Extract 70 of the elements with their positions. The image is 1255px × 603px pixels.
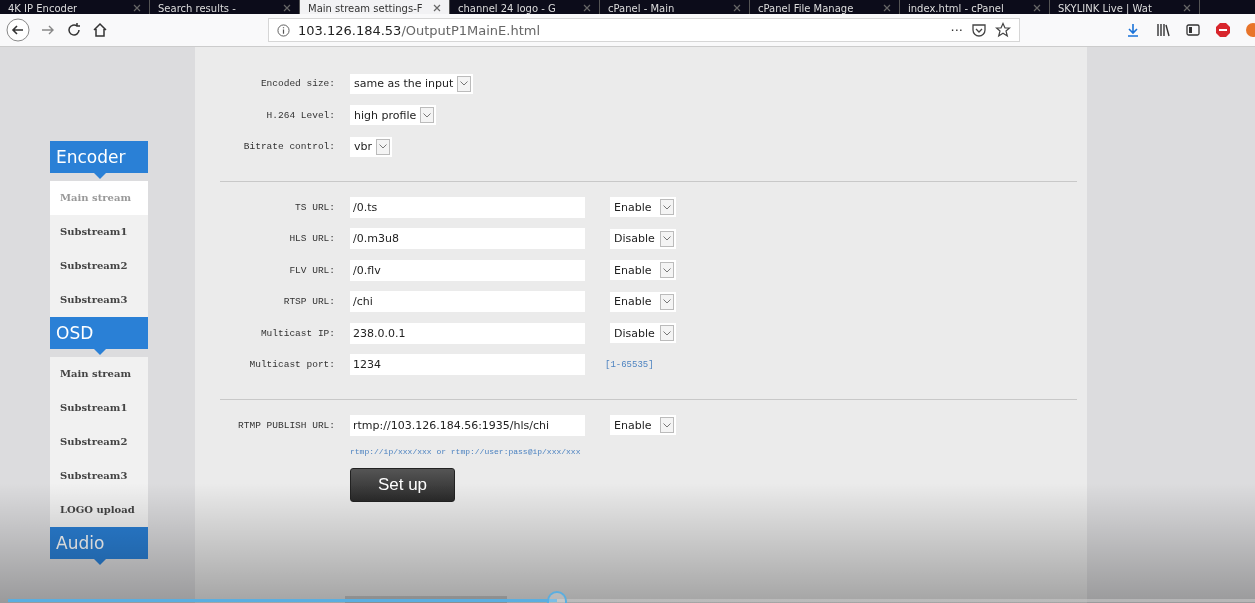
field-label: Bitrate control: <box>242 141 335 153</box>
caret-icon <box>663 236 671 242</box>
dropdown[interactable]: Enable <box>610 415 676 436</box>
close-icon[interactable] <box>283 4 291 12</box>
close-icon[interactable] <box>1033 4 1041 12</box>
dropdown[interactable]: Enable <box>610 291 676 312</box>
back-icon[interactable] <box>6 18 30 42</box>
star-icon[interactable] <box>995 22 1011 38</box>
home-icon[interactable] <box>92 22 108 38</box>
input-field[interactable]: 1234 <box>350 354 585 376</box>
shield-icon[interactable] <box>971 22 987 38</box>
field-label: HLS URL: <box>288 233 335 245</box>
field-label: Multicast IP: <box>259 327 335 339</box>
caret-icon <box>663 422 671 428</box>
input-field[interactable]: /0.flv <box>350 259 585 281</box>
close-icon[interactable] <box>1183 4 1191 12</box>
set-up-button[interactable]: Set up <box>350 468 455 502</box>
field-label: H.264 Level: <box>265 109 335 121</box>
menu-item[interactable]: LOGO upload <box>50 493 148 527</box>
range-hint: [1-65535] <box>605 359 654 370</box>
stop-sign-icon[interactable] <box>1215 22 1231 38</box>
dropdown[interactable]: same as the input <box>350 73 474 94</box>
sidebar-icon[interactable] <box>1185 22 1201 38</box>
caret-icon <box>663 267 671 273</box>
input-field[interactable]: rtmp://103.126.184.56:1935/hls/chi <box>350 414 585 436</box>
input-field[interactable]: /chi <box>350 291 585 313</box>
field-label: TS URL: <box>294 201 335 213</box>
dropdown[interactable]: Disable <box>610 323 676 344</box>
close-icon[interactable] <box>883 4 891 12</box>
field-label: Multicast port: <box>248 359 335 371</box>
dropdown[interactable]: Enable <box>610 197 676 218</box>
menu-item[interactable]: Substream1 <box>50 215 148 249</box>
field-label: RTMP PUBLISH URL: <box>237 419 335 431</box>
close-icon[interactable] <box>133 4 141 12</box>
input-field[interactable]: /0.ts <box>350 196 585 218</box>
dropdown[interactable]: Disable <box>610 228 676 249</box>
address-bar[interactable]: 103.126.184.53/OutputP1MainE.html ··· <box>268 18 1020 42</box>
menu-item[interactable]: Substream2 <box>50 425 148 459</box>
close-icon[interactable] <box>433 4 441 12</box>
field-label: FLV URL: <box>288 264 335 276</box>
dropdown[interactable]: high profile <box>350 105 437 126</box>
dropdown[interactable]: Enable <box>610 260 676 281</box>
menu-item[interactable]: Substream2 <box>50 249 148 283</box>
download-icon[interactable] <box>1125 22 1141 38</box>
library-icon[interactable] <box>1155 22 1171 38</box>
dropdown[interactable]: vbr <box>350 136 392 157</box>
extension-icon[interactable] <box>1245 22 1255 38</box>
info-icon[interactable] <box>277 23 290 37</box>
menu-item[interactable]: Main stream <box>50 357 148 391</box>
caret-icon <box>423 112 432 118</box>
menu-item[interactable]: Substream3 <box>50 459 148 493</box>
menu-item[interactable]: Substream1 <box>50 391 148 425</box>
field-label: RTSP URL: <box>282 296 335 308</box>
menu-item[interactable]: Substream3 <box>50 283 148 317</box>
caret-icon <box>663 330 671 336</box>
close-icon[interactable] <box>583 4 591 12</box>
input-field[interactable]: /0.m3u8 <box>350 228 585 250</box>
caret-icon <box>663 204 671 210</box>
progress-handle[interactable] <box>546 591 567 603</box>
input-field[interactable]: 238.0.0.1 <box>350 322 585 344</box>
caret-icon <box>663 299 671 305</box>
reload-icon[interactable] <box>66 22 82 38</box>
page-actions-button[interactable]: ··· <box>950 22 963 38</box>
caret-icon <box>460 81 469 87</box>
field-label: Encoded size: <box>259 78 335 90</box>
menu-header[interactable]: OSD <box>50 317 148 355</box>
format-hint: rtmp://ip/xxx/xxx or rtmp://user:pass@ip/xxx/xxx <box>350 447 582 456</box>
close-icon[interactable] <box>733 4 741 12</box>
browser-tab[interactable]: Main stream settings-F <box>300 0 450 14</box>
caret-icon <box>379 144 387 150</box>
